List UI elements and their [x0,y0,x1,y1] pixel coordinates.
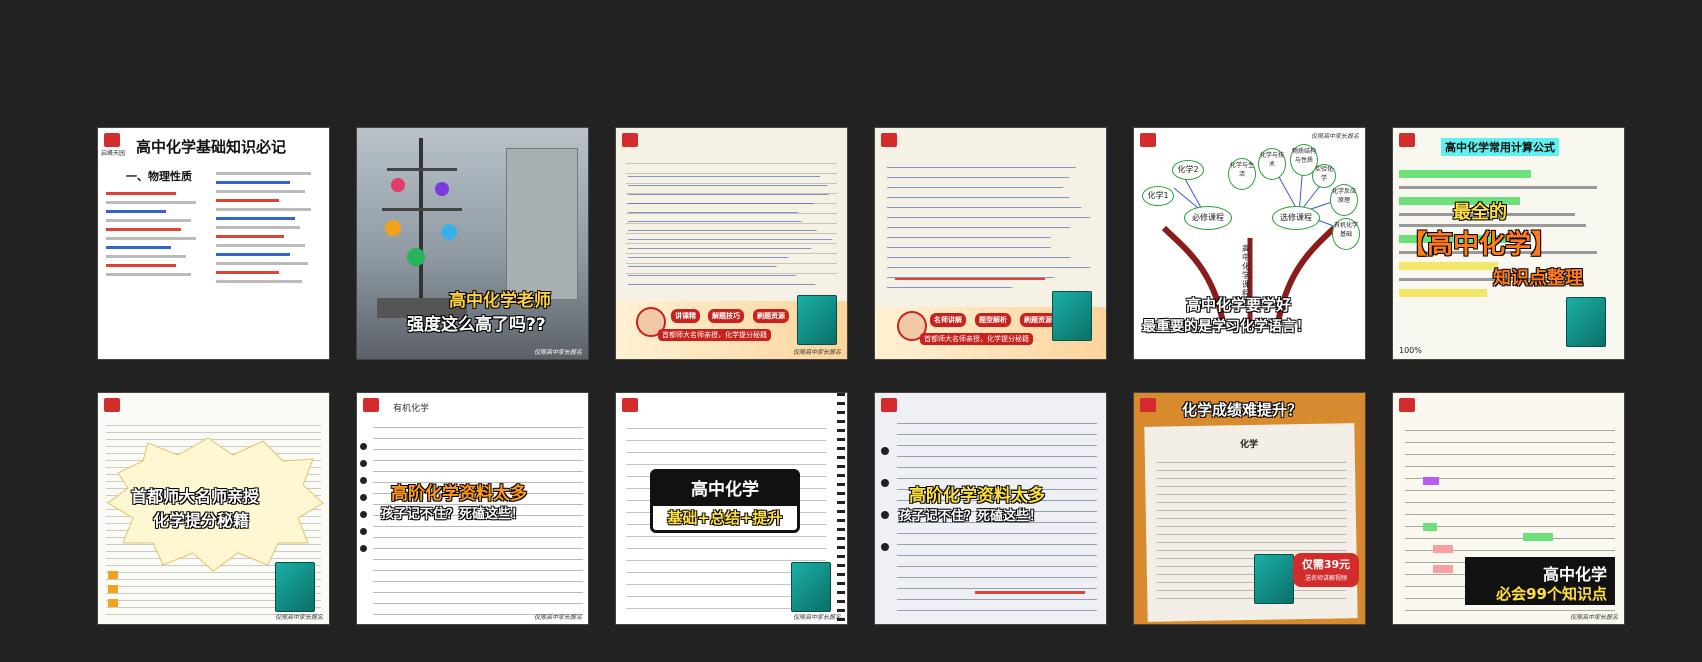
brand-logo-icon [881,398,897,412]
node-chem-2: 化学2 [1172,160,1204,180]
promo-tag-1: 名师讲解 [930,313,966,327]
label-box-line-1: 高中化学 [1542,565,1607,584]
caption-line-1: 高中化学要学好 [1186,296,1292,314]
highlight-4 [1433,545,1453,553]
thumbnail-4[interactable]: 名师讲解 题型解析 刷题资源 首都师大名师亲授，化学提分秘籍 [874,127,1107,360]
headline-2: 【高中化学】 [1401,230,1558,260]
section-heading: 一、物理性质 [126,170,192,183]
feature-list [108,565,118,613]
binder-holes [360,433,367,562]
red-note [975,591,1085,594]
book-cover [1052,291,1092,341]
title-box-label: 高中化学 [691,480,759,500]
thumbnail-5[interactable]: 化学1 化学2 化学与生活 化学与技术 物质结构与性质 化学反应原理 有机化学基… [1133,127,1366,360]
footer-note: 仅限高中家长报名 [1310,133,1359,140]
node-chem-life: 化学与生活 [1228,158,1256,190]
thumbnail-title: 高中化学基础知识必记 [136,138,287,156]
highlight-1 [1423,477,1439,485]
promo-tag-2: 解题技巧 [708,309,744,323]
thumbnail-10[interactable]: 高阶化学资料太多 孩子记不住？死磕这些！ [874,392,1107,625]
book-cover [1566,297,1606,347]
footer-note: 仅限高中家长报名 [792,349,841,356]
section-heading: 有机化学 [393,404,430,414]
subtitle-box-label: 基础+总结+提升 [667,509,783,527]
thumbnail-12[interactable]: 高中化学 必会99个知识点 仅限高中家长报名 [1392,392,1625,625]
brand-logo-icon [1399,133,1415,147]
overlay-line-1: 高阶化学资料太多 [391,484,527,504]
overlay-line-1: 高阶化学资料太多 [909,486,1045,506]
label-box-line-2: 必会99个知识点 [1496,585,1607,603]
banner-line-1: 首都师大名师亲授 [131,487,260,506]
image-grid: 启峰天园 高中化学基础知识必记 一、物理性质 高中化学老师 强度这么高了吗?? … [97,127,1625,625]
overlay-line-2: 孩子记不住？死磕这些！ [899,509,1043,524]
thumbnail-1[interactable]: 启峰天园 高中化学基础知识必记 一、物理性质 [97,127,330,360]
red-underline [895,278,1045,280]
cabinet [506,148,578,300]
overlay-line-1: 高中化学老师 [449,291,551,311]
brand-logo-icon [1140,398,1156,412]
book-cover [797,295,837,345]
brand-logo-icon [881,133,897,147]
brand-logo-icon [622,398,638,412]
overlay-line-2: 强度这么高了吗?? [407,315,546,335]
thumbnail-8[interactable]: 有机化学 高阶化学资料太多 孩子记不住？死磕这些！ 仅限高中家长报名 [356,392,589,625]
footer-note: 仅限高中家长报名 [533,614,582,621]
text-column-left [106,186,206,282]
highlight-5 [1433,565,1453,573]
binder-holes [881,423,889,575]
banner-line-2: 化学提分秘籍 [153,511,250,530]
node-experiment: 实验化学 [1312,164,1336,188]
trunk-label: 高中化学课程 [1242,244,1250,298]
exam-title: 化学 [1240,440,1259,450]
headline-1: 最全的 [1453,202,1507,223]
footer-note: 仅限高中家长报名 [533,349,582,356]
node-chem-tech: 化学与技术 [1258,148,1286,180]
node-reaction: 化学反应原理 [1330,184,1358,216]
text-column-right [216,166,321,289]
brand-name: 启峰天园 [101,150,126,157]
book-cover [1254,554,1294,604]
book-cover [275,562,315,612]
left-branch-node: 必修课程 [1184,206,1232,230]
node-organic: 有机化学基础 [1332,218,1360,250]
promo-tag-3: 刷题资源 [753,309,789,323]
caption-line-2: 最重要的是学习化学语言！ [1142,319,1310,335]
thumbnail-6[interactable]: 高中化学常用计算公式 最全的 【高中化学】 知识点整理 100% [1392,127,1625,360]
spiral-binding [837,393,845,624]
footer-note: 仅限高中家长报名 [792,614,841,621]
formula-header: 高中化学常用计算公式 [1441,138,1559,156]
promo-tag-2: 题型解析 [975,313,1011,327]
right-branch-node: 选修课程 [1272,206,1320,230]
promo-tag-1: 讲课精 [671,309,700,323]
thumbnail-3[interactable]: 讲课精 解题技巧 刷题资源 首都师大名师亲授，化学提分秘籍 仅限高中家长报名 [615,127,848,360]
promo-tag-3: 刷题资源 [1020,313,1056,327]
price-subtext: 送名师讲解视频 [1304,575,1347,582]
thumbnail-7[interactable]: 首都师大名师亲授 化学提分秘籍 仅限高中家长报名 [97,392,330,625]
promo-line: 首都师大名师亲授，化学提分秘籍 [658,329,771,341]
ink-scribbles [887,158,1092,288]
header-question: 化学成绩难提升？ [1182,401,1303,419]
headline-3: 知识点整理 [1493,268,1583,289]
node-chem-1: 化学1 [1142,186,1174,206]
brand-logo-icon [1399,398,1415,412]
brand-logo-icon [363,398,379,412]
book-cover [791,562,831,612]
highlight-2 [1423,523,1437,531]
thumbnail-9[interactable]: 高中化学 基础+总结+提升 仅限高中家长报名 [615,392,848,625]
price-tag: 仅需39元 [1301,558,1351,571]
overlay-line-2: 孩子记不住？死磕这些！ [381,507,525,522]
footer-note: 仅限高中家长报名 [1569,614,1618,621]
thumbnail-11[interactable]: 化学成绩难提升？ 化学 仅需39元 送名师讲解视频 [1133,392,1366,625]
percent-label: 100% [1399,346,1422,355]
thumbnail-2[interactable]: 高中化学老师 强度这么高了吗?? 仅限高中家长报名 [356,127,589,360]
footer-note: 仅限高中家长报名 [274,614,323,621]
brand-logo-icon [622,133,638,147]
highlight-3 [1523,533,1553,541]
brand-logo-icon [104,133,120,147]
promo-line: 首都师大名师亲授，化学提分秘籍 [920,333,1033,345]
